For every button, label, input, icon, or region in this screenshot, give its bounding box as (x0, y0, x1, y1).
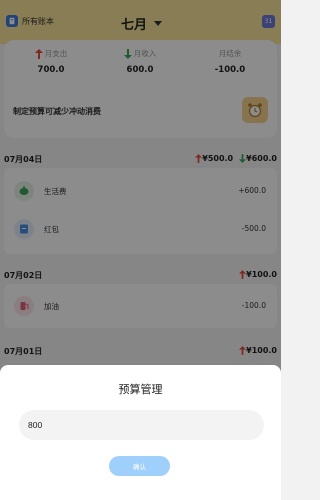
bookkeeping-app: 所有账本 七月 31 月支出 700.0 月收入 600.0 月结余 -100.… (0, 0, 281, 500)
budget-sheet: 预算管理 确认 (0, 365, 281, 500)
budget-input[interactable] (19, 410, 264, 440)
confirm-button[interactable]: 确认 (109, 456, 170, 476)
sheet-title: 预算管理 (118, 383, 163, 396)
